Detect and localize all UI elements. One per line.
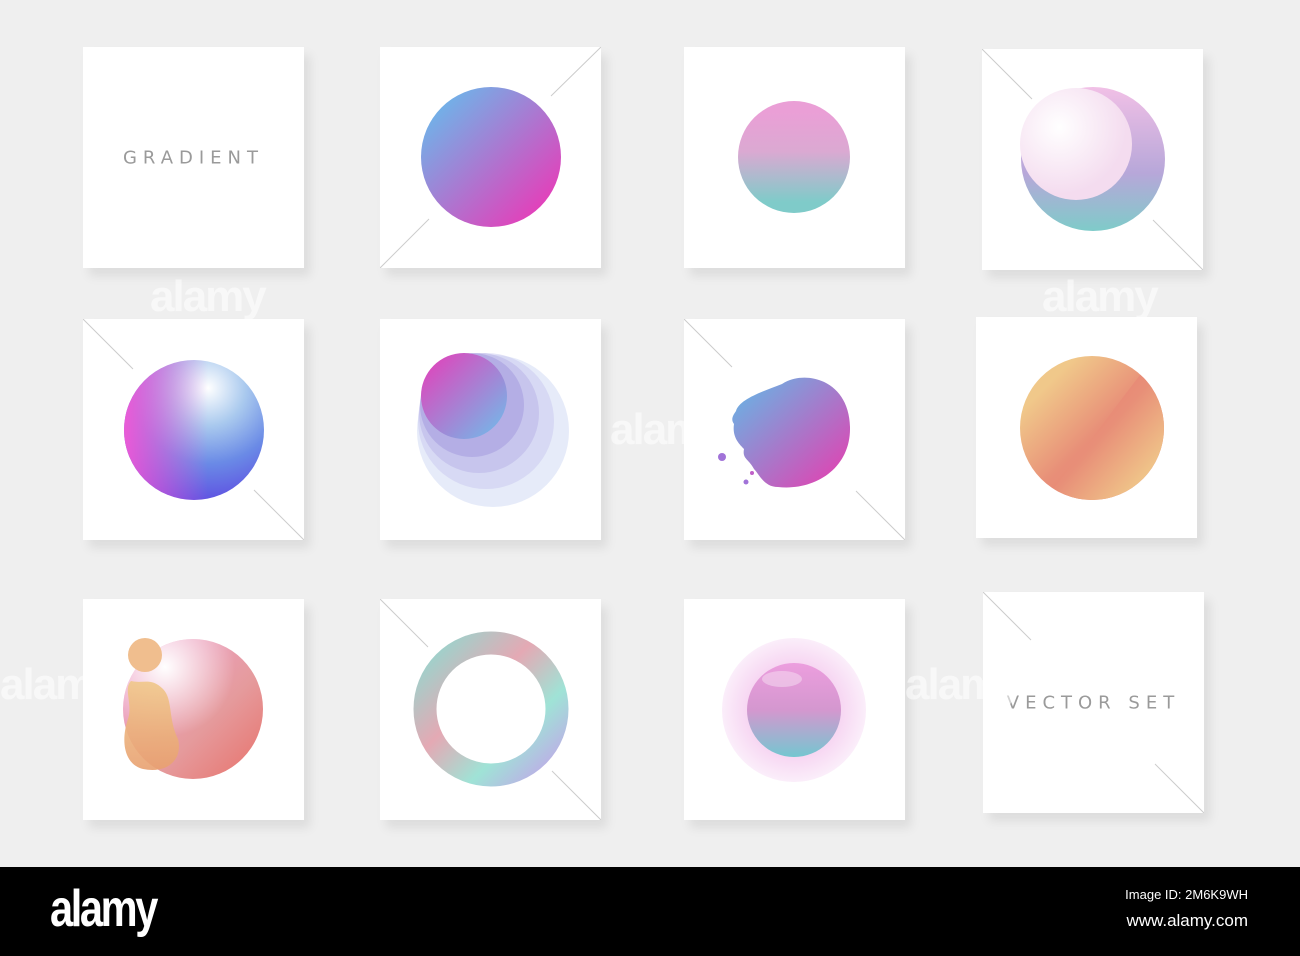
ripple-circles-icon [417,353,569,507]
title-card: GRADIENT [83,47,304,268]
gradient-ring-icon [380,599,601,820]
gradient-circle-card-4 [83,319,304,540]
gradient-circle-card-7 [976,317,1197,538]
image-id: Image ID: 2M6K9WH [1125,887,1248,902]
crescent-circle-icon [982,49,1203,270]
website-link[interactable]: www.alamy.com [1126,911,1248,931]
gradient-title: GRADIENT [122,147,265,168]
footer-bar: alamy Image ID: 2M6K9WH www.alamy.com [0,867,1300,956]
gradient-circle-card-8 [83,599,304,820]
watermark: alamy [905,660,1022,709]
watermark: alamy [610,405,727,454]
gradient-circle-card-10 [684,599,905,820]
watermark: alamy [150,272,267,321]
holographic-circle-icon [83,319,304,540]
droplet-circle-icon [123,638,263,779]
gradient-circle-card-3 [982,49,1203,270]
bubble-circle-icon [722,638,866,782]
gradient-circle-card-1 [380,47,601,268]
gradient-circle-card-5 [380,319,601,540]
pastel-circle-icon [738,101,850,213]
gradient-circle-card-2 [684,47,905,268]
split-gradient-circle-icon [1020,356,1164,500]
watermark: alamy [1042,272,1159,321]
gradient-circle-card-9 [380,599,601,820]
watermark: alamy [0,660,117,709]
alamy-logo: alamy [50,880,158,938]
diagonal-gradient-circle-icon [380,47,601,268]
